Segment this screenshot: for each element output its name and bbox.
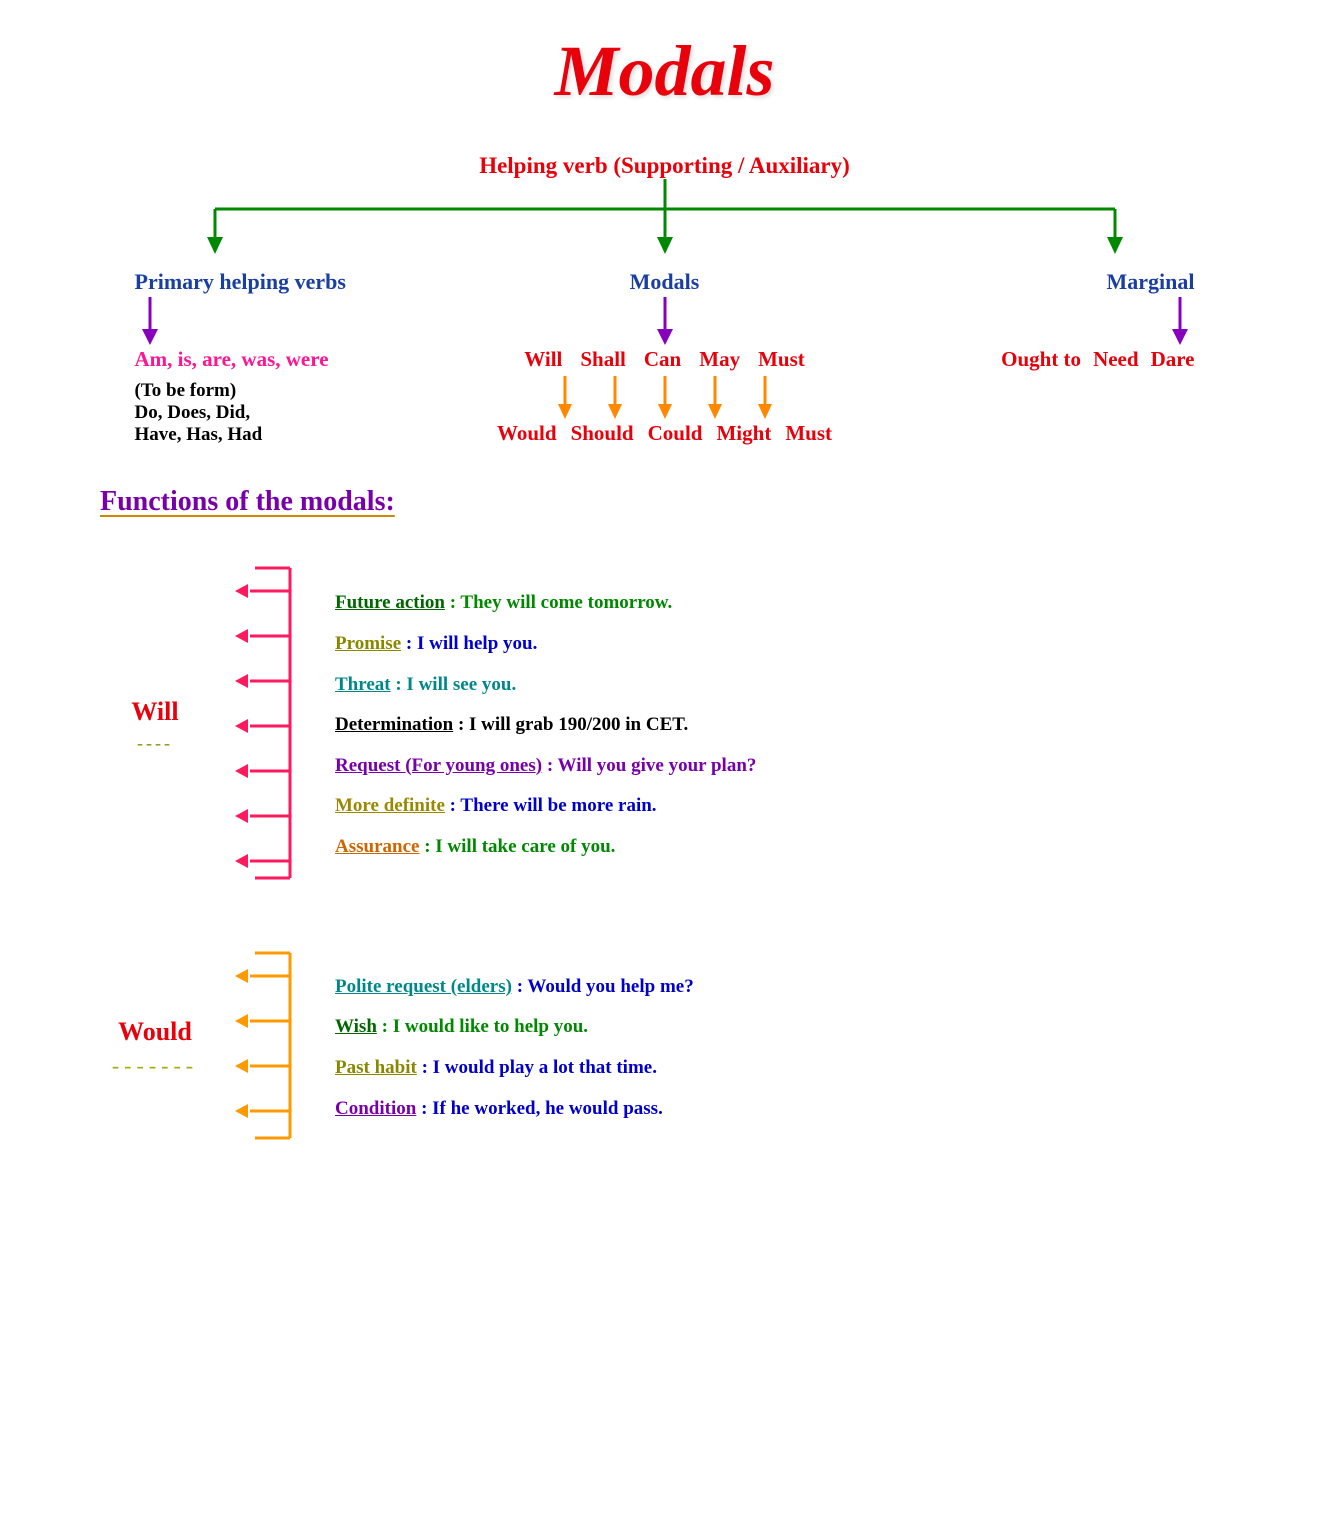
marginal-label: Marginal <box>1107 269 1195 295</box>
will-bracket-svg <box>230 558 300 888</box>
am-is-are-label: Am, is, are, was, were <box>135 347 329 372</box>
would-label-container: Would ------- <box>100 1017 210 1079</box>
modals-label: Modals <box>630 269 700 295</box>
marginal-words-row: Ought to Need Dare <box>1001 347 1194 372</box>
will-label-container: Will ---- <box>100 697 210 754</box>
marginal-arrow-svg <box>1165 297 1195 347</box>
would-functions-list: Polite request (elders) : Would you help… <box>335 974 694 1122</box>
will-block: Will ---- <box>100 558 1269 893</box>
col-modals: Modals Will Shall Can May Must <box>465 269 865 446</box>
would-item-2: Past habit : I would play a lot that tim… <box>335 1055 694 1082</box>
would-label: Would <box>118 1017 192 1047</box>
will-dashes: ---- <box>137 733 173 754</box>
would-item-1: Wish : I would like to help you. <box>335 1014 694 1041</box>
orange-arrows-row <box>554 376 776 421</box>
would-bracket <box>230 943 300 1153</box>
functions-title: Functions of the modals: <box>100 486 1269 518</box>
will-item-0: Future action : They will come tomorrow. <box>335 590 756 617</box>
tree-connector-svg <box>115 179 1215 259</box>
would-dashes: ------- <box>112 1053 198 1079</box>
primary-arrow-svg <box>135 297 165 347</box>
to-be-form: (To be form) Do, Does, Did, Have, Has, H… <box>135 380 263 446</box>
will-label: Will <box>131 697 178 727</box>
would-item-3: Condition : If he worked, he would pass. <box>335 1096 694 1123</box>
would-bracket-svg <box>230 943 300 1148</box>
tree-root-label: Helping verb (Supporting / Auxiliary) <box>115 153 1215 179</box>
will-item-4: Request (For young ones) : Will you give… <box>335 753 756 780</box>
functions-section: Functions of the modals: Will ---- <box>60 486 1269 1153</box>
will-item-2: Threat : I will see you. <box>335 672 756 699</box>
modals-words-row: Will Shall Can May Must <box>524 347 805 372</box>
col-marginal: Marginal Ought to Need Dare <box>915 269 1215 372</box>
will-item-5: More definite : There will be more rain. <box>335 793 756 820</box>
will-bracket <box>230 558 300 893</box>
page-title: Modals <box>60 30 1269 113</box>
tree-level1-row: Primary helping verbs Am, is, are, was, … <box>115 269 1215 446</box>
would-item-0: Polite request (elders) : Would you help… <box>335 974 694 1001</box>
will-item-1: Promise : I will help you. <box>335 631 756 658</box>
would-block: Would ------- <box>100 943 1269 1153</box>
tree-diagram: Helping verb (Supporting / Auxiliary) Pr… <box>115 153 1215 446</box>
col-primary: Primary helping verbs Am, is, are, was, … <box>115 269 415 446</box>
primary-helping-label: Primary helping verbs <box>135 269 346 295</box>
modals-arrow-svg <box>650 297 680 347</box>
past-modals-row: Would Should Could Might Must <box>497 421 832 446</box>
will-item-6: Assurance : I will take care of you. <box>335 834 756 861</box>
will-item-3: Determination : I will grab 190/200 in C… <box>335 712 756 739</box>
will-functions-list: Future action : They will come tomorrow.… <box>335 590 756 860</box>
